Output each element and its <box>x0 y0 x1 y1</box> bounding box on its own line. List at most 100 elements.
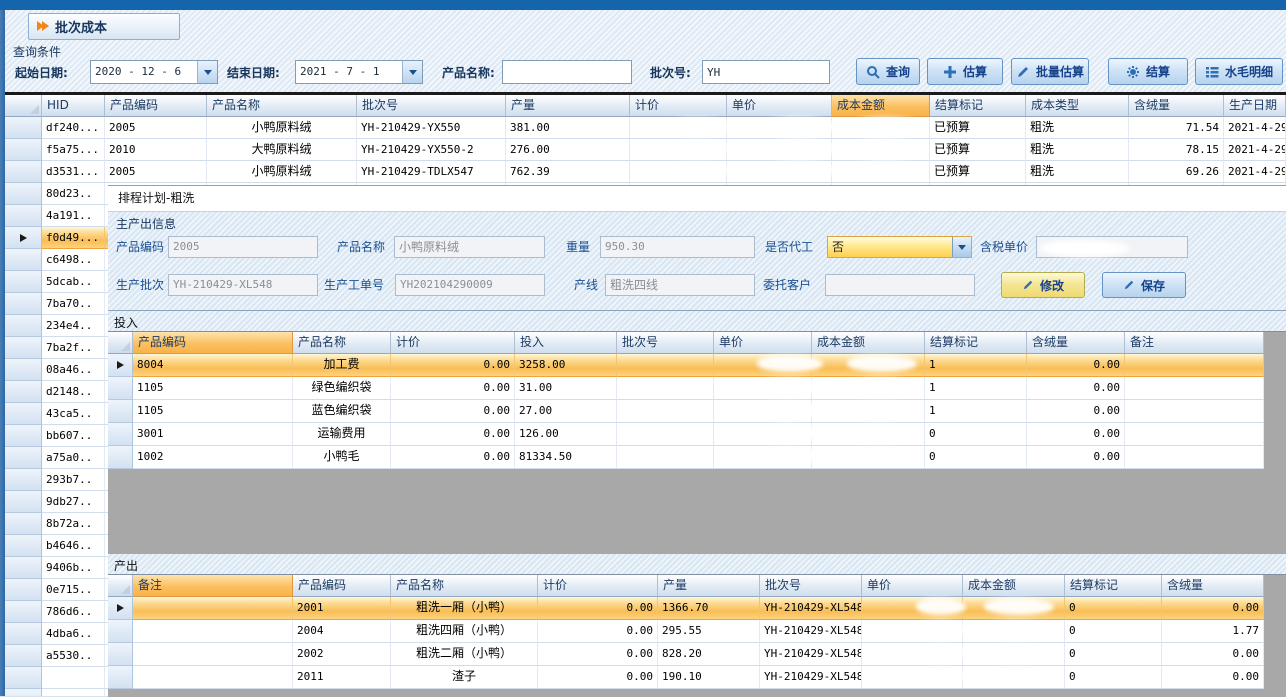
cell-calc[interactable]: 0.00 <box>538 597 658 620</box>
cell-cost[interactable] <box>963 643 1065 666</box>
cell-down[interactable]: 0.00 <box>1027 423 1125 446</box>
cell-name[interactable]: 粗洗一厢（小鸭） <box>391 597 538 620</box>
cell-code[interactable]: 2010 <box>105 139 207 161</box>
end-date-dropdown-button[interactable] <box>402 61 422 83</box>
column-header-batch[interactable]: 批次号 <box>357 95 506 117</box>
cell-hid[interactable]: 5dcab.. <box>42 271 105 293</box>
cell-name[interactable]: 粗洗二厢（小鸭） <box>391 643 538 666</box>
cell-calc[interactable]: 0.00 <box>538 620 658 643</box>
select-all-corner[interactable] <box>5 95 42 117</box>
cell-note[interactable] <box>133 620 293 643</box>
row-selector[interactable] <box>5 227 42 249</box>
row-selector[interactable] <box>5 645 42 667</box>
cell-calc[interactable] <box>630 139 727 161</box>
cell-note[interactable] <box>1125 446 1264 469</box>
cell-name[interactable]: 大鸭原料绒 <box>207 139 357 161</box>
down-detail-button[interactable]: 水毛明细 <box>1195 58 1283 85</box>
table-row[interactable]: 2011渣子0.00190.10YH-210429-XL54800.00 <box>108 666 1286 689</box>
cell-hid[interactable]: 0e715.. <box>42 579 105 601</box>
cell-batch[interactable]: YH-210429-XL548 <box>760 643 862 666</box>
row-selector[interactable] <box>5 689 42 696</box>
cell-cost[interactable] <box>812 423 925 446</box>
cell-name[interactable]: 蓝色编织袋 <box>293 400 391 423</box>
table-row[interactable]: 1105蓝色编织袋0.0027.0010.00 <box>108 400 1286 423</box>
column-header-cost[interactable]: 成本金额 <box>812 332 925 354</box>
cell-down[interactable]: 71.54 <box>1129 117 1224 139</box>
cell-qty[interactable]: 381.00 <box>506 117 630 139</box>
column-header-price[interactable]: 单价 <box>714 332 812 354</box>
row-selector[interactable] <box>108 643 133 666</box>
cell-batch[interactable]: YH-210429-TDLX547 <box>357 161 506 183</box>
cell-calc[interactable]: 0.00 <box>391 400 515 423</box>
cell-down[interactable]: 0.00 <box>1027 354 1125 377</box>
row-selector[interactable] <box>108 354 133 377</box>
column-header-note[interactable]: 备注 <box>133 575 293 597</box>
row-selector[interactable] <box>5 117 42 139</box>
row-selector[interactable] <box>5 359 42 381</box>
weight-field[interactable]: 950.30 <box>600 236 755 258</box>
table-row[interactable]: d3531...2005小鸭原料绒YH-210429-TDLX547762.39… <box>5 161 1286 183</box>
cell-code[interactable]: 2002 <box>293 643 391 666</box>
taxed-unit-price-field[interactable] <box>1036 236 1188 258</box>
cell-qty[interactable]: 1366.70 <box>658 597 760 620</box>
cell-down[interactable]: 0.00 <box>1162 643 1264 666</box>
select-all-corner[interactable] <box>108 575 133 597</box>
table-row[interactable]: f5a75...2010大鸭原料绒YH-210429-YX550-2276.00… <box>5 139 1286 161</box>
cell-ctype[interactable]: 粗洗 <box>1026 139 1129 161</box>
cell-mark[interactable]: 已预算 <box>930 139 1026 161</box>
cell-calc[interactable]: 0.00 <box>391 354 515 377</box>
cell-down[interactable]: 78.15 <box>1129 139 1224 161</box>
cell-date[interactable]: 2021-4-29 <box>1224 139 1286 161</box>
cell-hid[interactable]: 4a191.. <box>42 205 105 227</box>
select-all-corner[interactable] <box>108 332 133 354</box>
cell-note[interactable] <box>133 643 293 666</box>
cell-cost[interactable] <box>832 161 930 183</box>
table-row[interactable]: 8004加工费0.003258.0010.00 <box>108 354 1286 377</box>
cell-down[interactable]: 0.00 <box>1027 377 1125 400</box>
cell-cost[interactable] <box>832 139 930 161</box>
cell-hid[interactable]: d3531... <box>42 161 105 183</box>
product-name-input[interactable] <box>502 60 632 84</box>
cell-hid[interactable]: 08a46.. <box>42 359 105 381</box>
cell-down[interactable]: 0.00 <box>1027 446 1125 469</box>
product-code-field[interactable]: 2005 <box>168 236 318 258</box>
cell-hid[interactable]: 293b7.. <box>42 469 105 491</box>
cell-note[interactable] <box>1125 377 1264 400</box>
cell-input[interactable]: 126.00 <box>515 423 617 446</box>
cell-cost[interactable] <box>812 400 925 423</box>
cell-qty[interactable]: 190.10 <box>658 666 760 689</box>
cell-code[interactable]: 1105 <box>133 400 293 423</box>
cell-calc[interactable] <box>630 117 727 139</box>
table-row[interactable]: 2002粗洗二厢（小鸭）0.00828.20YH-210429-XL54800.… <box>108 643 1286 666</box>
product-name-field[interactable]: 小鸭原料绒 <box>394 236 545 258</box>
cell-batch[interactable] <box>617 446 714 469</box>
production-batch-field[interactable]: YH-210429-XL548 <box>168 274 318 296</box>
column-header-code[interactable]: 产品编码 <box>293 575 391 597</box>
row-selector[interactable] <box>108 597 133 620</box>
cell-cost[interactable] <box>963 597 1065 620</box>
column-header-cost[interactable]: 成本金额 <box>963 575 1065 597</box>
row-selector[interactable] <box>5 667 42 689</box>
cell-mark[interactable]: 1 <box>925 354 1027 377</box>
cell-date[interactable]: 2021-4-29 <box>1224 161 1286 183</box>
cell-hid[interactable]: b4646.. <box>42 535 105 557</box>
cell-cost[interactable] <box>812 446 925 469</box>
column-header-calc[interactable]: 计价 <box>630 95 727 117</box>
cell-price[interactable] <box>862 643 963 666</box>
search-button[interactable]: 查询 <box>856 58 920 85</box>
column-header-name[interactable]: 产品名称 <box>207 95 357 117</box>
cell-code[interactable]: 1105 <box>133 377 293 400</box>
table-row[interactable]: df240...2005小鸭原料绒YH-210429-YX550381.00已预… <box>5 117 1286 139</box>
cell-qty[interactable]: 762.39 <box>506 161 630 183</box>
cell-batch[interactable]: YH-210429-YX550-2 <box>357 139 506 161</box>
cell-batch[interactable]: YH-210429-XL548 <box>760 666 862 689</box>
row-selector[interactable] <box>108 446 133 469</box>
row-selector[interactable] <box>5 249 42 271</box>
cell-hid[interactable]: 8b72a.. <box>42 513 105 535</box>
column-header-price[interactable]: 单价 <box>862 575 963 597</box>
column-header-code[interactable]: 产品编码 <box>133 332 293 354</box>
cell-hid[interactable]: df240... <box>42 117 105 139</box>
row-selector[interactable] <box>108 423 133 446</box>
row-selector[interactable] <box>5 425 42 447</box>
cell-batch[interactable] <box>617 354 714 377</box>
